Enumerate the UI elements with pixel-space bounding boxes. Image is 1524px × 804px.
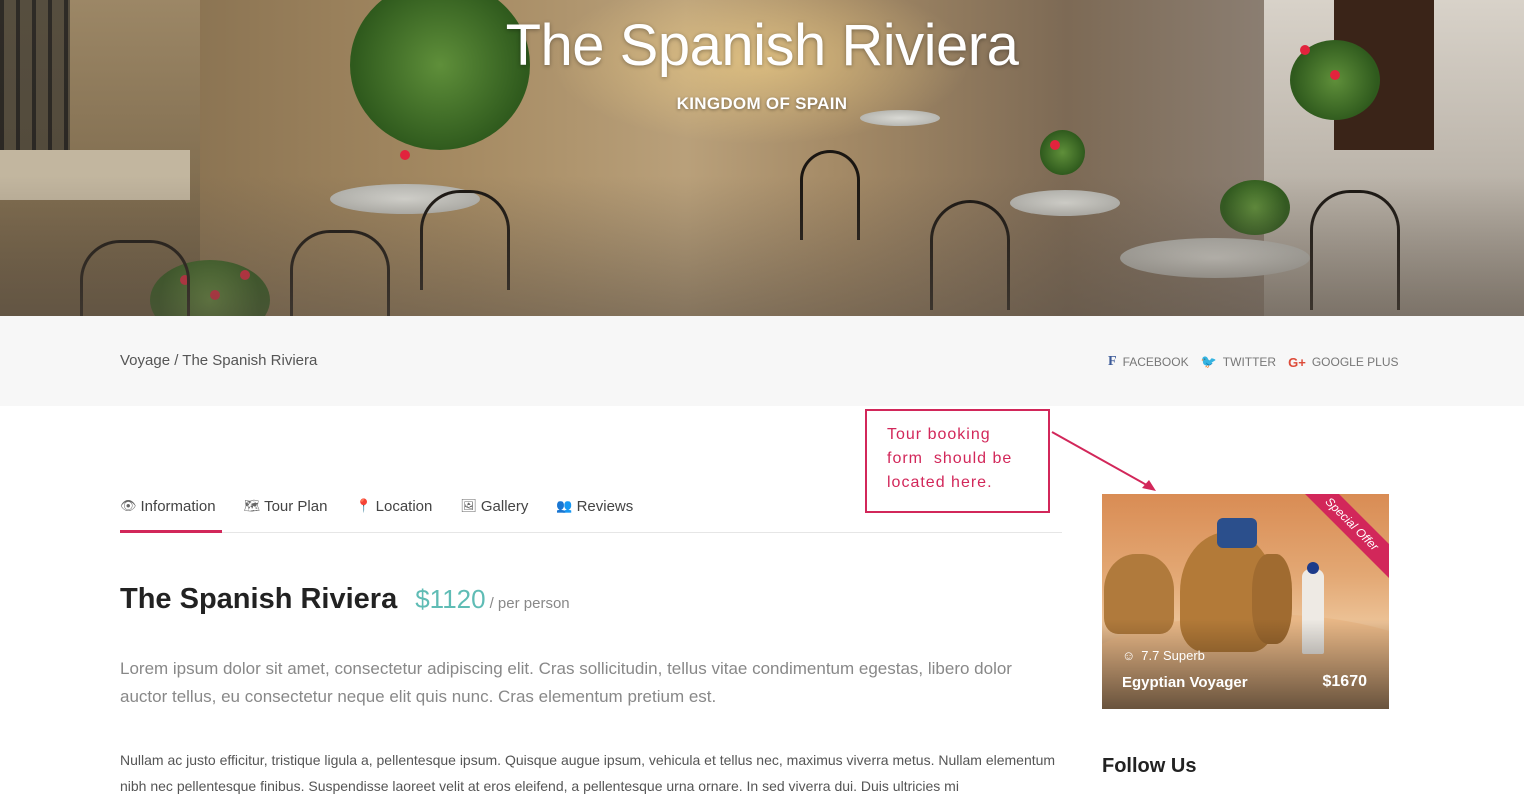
breadcrumb-current: The Spanish Riviera [182, 352, 318, 369]
offer-name: Egyptian Voyager [1122, 674, 1248, 691]
hero-subtitle: KINGDOM OF SPAIN [676, 94, 848, 113]
image-icon: 🖼 [460, 498, 477, 513]
hero-title: The Spanish Riviera [505, 13, 1019, 78]
share-google-label: GOOGLE PLUS [1311, 355, 1399, 369]
breadcrumb: Voyage / The Spanish Riviera [120, 352, 317, 369]
share-facebook-label: FACEBOOK [1122, 355, 1189, 369]
tour-body-paragraph: Nullam ac justo efficitur, tristique lig… [120, 752, 1056, 794]
share-google-link[interactable]: G+ GOOGLE PLUS [1288, 354, 1398, 370]
tab-label: Information [140, 498, 216, 515]
hero-banner: The Spanish Riviera KINGDOM OF SPAIN [0, 0, 1524, 316]
offer-rating: ☺ 7.7 Superb [1122, 648, 1205, 663]
tab-tour-plan[interactable]: 🗺 Tour Plan [244, 490, 328, 532]
annotation-line-2: form should be [887, 450, 1013, 467]
breadcrumb-bar: Voyage / The Spanish Riviera f FACEBOOK … [0, 316, 1524, 406]
tab-label: Location [375, 498, 433, 515]
smiley-icon: ☺ [1122, 648, 1136, 663]
offer-price: $1670 [1322, 673, 1368, 690]
share-twitter-link[interactable]: 🐦 TWITTER [1201, 354, 1277, 370]
share-facebook-link[interactable]: f FACEBOOK [1108, 354, 1189, 370]
tab-reviews[interactable]: 👥 Reviews [556, 490, 633, 532]
breadcrumb-link-voyage[interactable]: Voyage [120, 352, 170, 369]
twitter-icon: 🐦 [1200, 354, 1217, 369]
pin-icon: 📍 [355, 498, 372, 513]
share-twitter-label: TWITTER [1222, 355, 1277, 369]
annotation-arrow-icon [1051, 431, 1156, 491]
tour-price: $1120 [415, 584, 486, 614]
tab-label: Gallery [480, 498, 529, 515]
tab-label: Tour Plan [264, 498, 328, 515]
tour-lead-paragraph: Lorem ipsum dolor sit amet, consectetur … [120, 659, 1012, 706]
offer-image-shade [1102, 619, 1389, 709]
tab-bar: 👁 Information 🗺 Tour Plan 📍 Location 🖼 G… [120, 490, 1062, 533]
tab-gallery[interactable]: 🖼 Gallery [460, 490, 528, 532]
offer-rating-text: 7.7 Superb [1141, 648, 1205, 663]
hero-plant-table [1040, 130, 1085, 175]
annotation-line-1: Tour booking [887, 426, 991, 443]
facebook-icon: f [1108, 354, 1117, 369]
special-offer-card[interactable]: Special Offer ☺ 7.7 Superb Egyptian Voya… [1102, 494, 1389, 709]
price-unit: / per person [489, 595, 570, 612]
eye-icon: 👁 [120, 498, 137, 513]
page-title: The Spanish Riviera [120, 583, 398, 615]
tab-location[interactable]: 📍 Location [355, 490, 432, 532]
tab-label: Reviews [576, 498, 634, 515]
follow-us-heading: Follow Us [1102, 755, 1197, 777]
tab-information[interactable]: 👁 Information [120, 490, 222, 533]
breadcrumb-separator: / [170, 352, 183, 369]
share-links: f FACEBOOK 🐦 TWITTER G+ GOOGLE PLUS [1108, 354, 1399, 370]
offer-image-saddle [1217, 518, 1257, 548]
users-icon: 👥 [556, 498, 573, 513]
hero-ground [0, 176, 1524, 316]
map-icon: 🗺 [243, 498, 261, 513]
offer-image-turban [1307, 562, 1319, 574]
hero-flower [1050, 140, 1060, 150]
tour-title-row: The Spanish Riviera $1120 / per person [120, 583, 570, 616]
hero-flower [400, 150, 410, 160]
google-plus-icon: G+ [1288, 354, 1306, 370]
